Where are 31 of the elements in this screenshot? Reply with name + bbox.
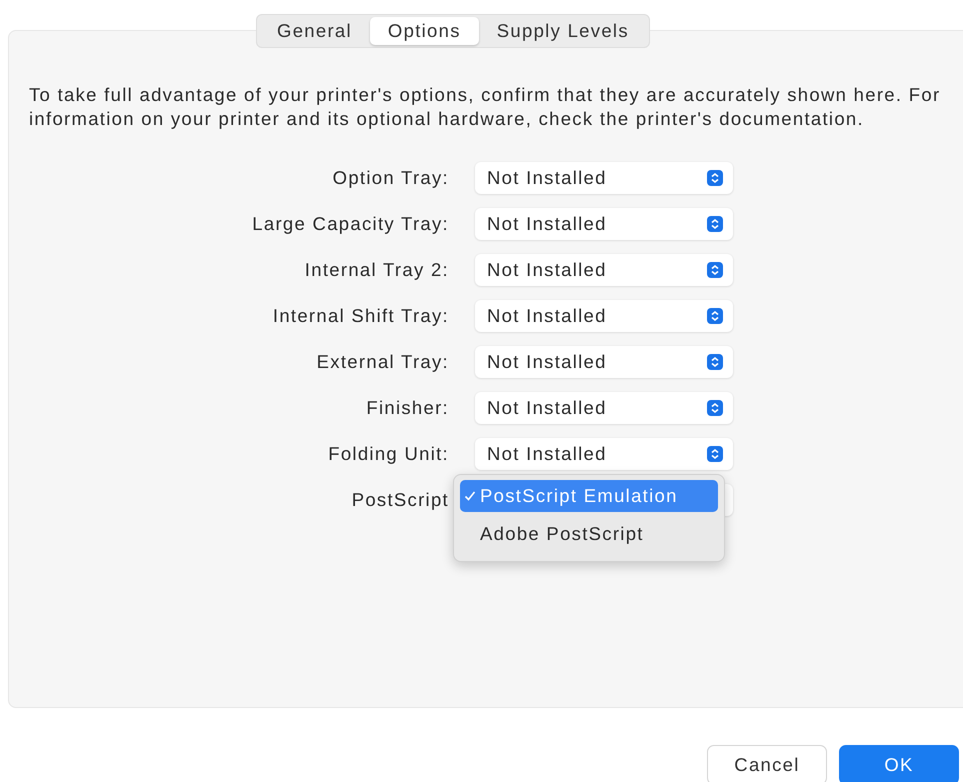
tab[interactable]: Options xyxy=(370,17,479,45)
menu-item[interactable]: Adobe PostScript xyxy=(460,518,718,550)
description-text: To take full advantage of your printer's options, confirm that they are accurately shown here. For information on your printer and its optional hardware, check the printer's documentation. xyxy=(29,83,942,130)
popup-button[interactable]: Not Installed xyxy=(475,254,733,286)
popup-button[interactable]: Not Installed xyxy=(475,392,733,424)
option-label: Option Tray: xyxy=(332,167,449,188)
option-label: Finisher: xyxy=(366,397,449,418)
stepper-icon xyxy=(707,308,723,324)
popup-button[interactable]: Not Installed xyxy=(475,208,733,240)
stepper-icon xyxy=(707,446,723,462)
popup-button[interactable]: Not Installed xyxy=(475,346,733,378)
tab[interactable]: Supply Levels xyxy=(478,17,647,45)
option-label: Internal Shift Tray: xyxy=(272,305,449,326)
stepper-icon xyxy=(707,262,723,278)
cancel-button[interactable]: Cancel xyxy=(707,745,827,782)
option-label: Internal Tray 2: xyxy=(304,259,449,280)
popup-button[interactable]: Not Installed xyxy=(475,162,733,194)
option-label: PostScript xyxy=(352,489,449,510)
popup-button[interactable]: Not Installed xyxy=(475,300,733,332)
stepper-icon xyxy=(707,354,723,370)
stepper-icon xyxy=(707,170,723,186)
stepper-icon xyxy=(707,216,723,232)
popup-button[interactable]: Not Installed xyxy=(475,438,733,470)
ok-button[interactable]: OK xyxy=(839,745,959,782)
option-label: External Tray: xyxy=(316,351,449,372)
menu-item[interactable]: PostScript Emulation xyxy=(460,480,718,512)
checkmark-icon xyxy=(464,490,476,502)
option-label: Folding Unit: xyxy=(328,443,449,464)
option-label: Large Capacity Tray: xyxy=(252,213,449,234)
tab[interactable]: General xyxy=(259,17,370,45)
stepper-icon xyxy=(707,400,723,416)
